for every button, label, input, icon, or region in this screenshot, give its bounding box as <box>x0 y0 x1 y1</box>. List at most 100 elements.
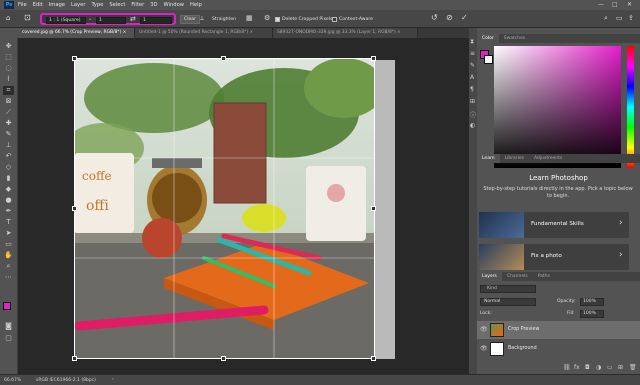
marquee-tool-icon[interactable]: ⬚ <box>3 53 14 62</box>
ratio-preset-select[interactable]: 1 : 1 (Square) <box>46 17 86 24</box>
crop-handle-top-left[interactable] <box>72 56 77 61</box>
glyphs-panel-icon[interactable]: ⊞ <box>470 98 475 105</box>
eraser-tool-icon[interactable]: ◇ <box>3 163 14 172</box>
delete-cropped-checkbox[interactable] <box>275 17 280 22</box>
healing-brush-tool-icon[interactable]: ✚ <box>3 119 14 128</box>
overlay-grid-icon[interactable]: ▦ <box>246 14 253 22</box>
crop-handle-left[interactable] <box>72 206 77 211</box>
paragraph-panel-icon[interactable]: ¶ <box>470 86 474 93</box>
menu-type[interactable]: Type <box>91 2 103 8</box>
share-icon[interactable]: ⇪ <box>628 14 634 22</box>
photoshop-logo-icon[interactable]: Ps <box>4 1 14 9</box>
crop-handle-top-right[interactable] <box>371 56 376 61</box>
history-brush-tool-icon[interactable]: ↶ <box>3 152 14 161</box>
close-window-button[interactable]: ✕ <box>627 1 632 8</box>
cancel-icon[interactable]: ⊘ <box>446 13 453 22</box>
tab-adjustments[interactable]: Adjustments <box>529 154 567 163</box>
menu-file[interactable]: File <box>18 2 27 8</box>
color-picker-field[interactable] <box>494 46 621 168</box>
crop-handle-right[interactable] <box>371 206 376 211</box>
crop-handle-bottom[interactable] <box>221 356 226 361</box>
properties-panel-icon[interactable]: ≡ <box>470 50 475 57</box>
settings-gear-icon[interactable]: ⚙ <box>264 14 270 22</box>
color-background-swatch[interactable] <box>484 55 493 64</box>
menu-image[interactable]: Image <box>49 2 65 8</box>
maximize-button[interactable]: □ <box>612 1 618 8</box>
layer-row[interactable]: 👁 Background <box>477 340 640 358</box>
edit-toolbar-icon[interactable]: ⋯ <box>3 273 14 282</box>
adjust-panel-icon[interactable]: ◐ <box>470 122 475 129</box>
layer-filter-search[interactable]: Kind <box>480 285 536 293</box>
crop-tool-icon[interactable]: ⌗ <box>3 86 14 95</box>
straighten-icon[interactable]: ⟂ <box>200 15 204 23</box>
quick-select-tool-icon[interactable]: ⌇ <box>3 75 14 84</box>
tab-learn[interactable]: Learn <box>477 154 500 163</box>
tab-swatches[interactable]: Swatches <box>499 34 531 43</box>
brush-tool-icon[interactable]: ✎ <box>3 130 14 139</box>
info-panel-icon[interactable]: ⓘ <box>470 110 476 119</box>
tab-libraries[interactable]: Libraries <box>500 154 529 163</box>
history-panel-icon[interactable]: ⧗ <box>470 38 474 46</box>
reset-icon[interactable]: ↺ <box>431 13 438 22</box>
frame-tool-icon[interactable]: ⊠ <box>3 97 14 106</box>
swap-dimensions-icon[interactable]: ⇄ <box>130 15 136 23</box>
move-tool-icon[interactable]: ✥ <box>3 42 14 51</box>
foreground-color-swatch[interactable] <box>3 302 11 310</box>
dodge-tool-icon[interactable]: ● <box>3 196 14 205</box>
new-layer-icon[interactable]: ⊞ <box>618 364 623 371</box>
tab-layers[interactable]: Layers <box>477 272 502 281</box>
gradient-tool-icon[interactable]: ▮ <box>3 174 14 183</box>
learn-card-fix-photo[interactable]: Fix a photo › <box>479 244 629 270</box>
hand-tool-icon[interactable]: ✋ <box>3 251 14 260</box>
tab-s89327-jpg[interactable]: S89327-ONODMO-339.jpg @ 33.3% (Layer 1, … <box>273 28 418 38</box>
search-icon[interactable]: ⌕ <box>604 14 608 23</box>
crop-tool-preset-icon[interactable]: ⊡ <box>24 13 31 22</box>
commit-check-icon[interactable]: ✓ <box>461 13 468 22</box>
layer-style-icon[interactable]: fx <box>574 364 580 371</box>
tab-paths[interactable]: Paths <box>533 272 555 281</box>
layer-name[interactable]: Background <box>508 346 537 351</box>
visibility-eye-icon[interactable]: 👁 <box>480 345 488 352</box>
tab-color[interactable]: Color <box>477 34 499 43</box>
layer-name[interactable]: Crop Preview <box>508 327 539 332</box>
hue-slider[interactable] <box>627 46 634 168</box>
character-panel-icon[interactable]: A <box>470 74 474 81</box>
ratio-width-input[interactable]: 1 <box>96 17 126 24</box>
chevron-down-icon[interactable]: ⌄ <box>88 16 92 22</box>
menu-layer[interactable]: Layer <box>71 2 85 8</box>
crop-handle-bottom-left[interactable] <box>72 356 77 361</box>
path-selection-tool-icon[interactable]: ➤ <box>3 229 14 238</box>
rectangle-tool-icon[interactable]: ▭ <box>3 240 14 249</box>
status-menu-arrow-icon[interactable]: › <box>112 377 114 382</box>
workspace-icon[interactable]: ▭ <box>616 14 623 22</box>
crop-handle-bottom-right[interactable] <box>371 356 376 361</box>
blend-mode-select[interactable]: Normal <box>480 298 536 306</box>
home-icon[interactable]: ⌂ <box>6 14 10 22</box>
document-canvas[interactable]: coffe offi <box>18 38 469 374</box>
quick-mask-icon[interactable]: ◙ <box>3 322 14 331</box>
layer-mask-icon[interactable]: ◘ <box>585 364 590 371</box>
tab-untitled-1[interactable]: Untitled-1 @ 50% (Rounded Rectangle 1, R… <box>135 28 273 38</box>
content-aware-checkbox[interactable] <box>332 17 337 22</box>
menu-select[interactable]: Select <box>109 2 125 8</box>
zoom-tool-icon[interactable]: ⌕ <box>3 262 14 271</box>
straighten-label[interactable]: Straighten <box>212 17 236 22</box>
visibility-eye-icon[interactable]: 👁 <box>480 326 488 333</box>
clone-stamp-tool-icon[interactable]: ⊥ <box>3 141 14 150</box>
eyedropper-tool-icon[interactable]: ⟋ <box>3 108 14 117</box>
menu-window[interactable]: Window <box>164 2 184 8</box>
blur-tool-icon[interactable]: ◆ <box>3 185 14 194</box>
screen-mode-icon[interactable]: ▢ <box>3 334 14 343</box>
ratio-height-input[interactable]: 1 <box>140 17 172 24</box>
crop-preview-image[interactable]: coffe offi <box>74 58 375 359</box>
type-tool-icon[interactable]: T <box>3 218 14 227</box>
menu-help[interactable]: Help <box>190 2 202 8</box>
adjustment-layer-icon[interactable]: ◑ <box>596 364 601 371</box>
new-group-icon[interactable]: ▭ <box>607 364 613 371</box>
tab-covered-jpg[interactable]: covered.jpg @ 66.7% (Crop Preview, RGB/8… <box>18 28 135 38</box>
fill-input[interactable]: 100% <box>580 310 604 318</box>
crop-handle-top[interactable] <box>221 56 226 61</box>
tab-channels[interactable]: Channels <box>502 272 533 281</box>
learn-card-fundamental[interactable]: Fundamental Skills › <box>479 212 629 238</box>
menu-3d[interactable]: 3D <box>150 2 157 8</box>
